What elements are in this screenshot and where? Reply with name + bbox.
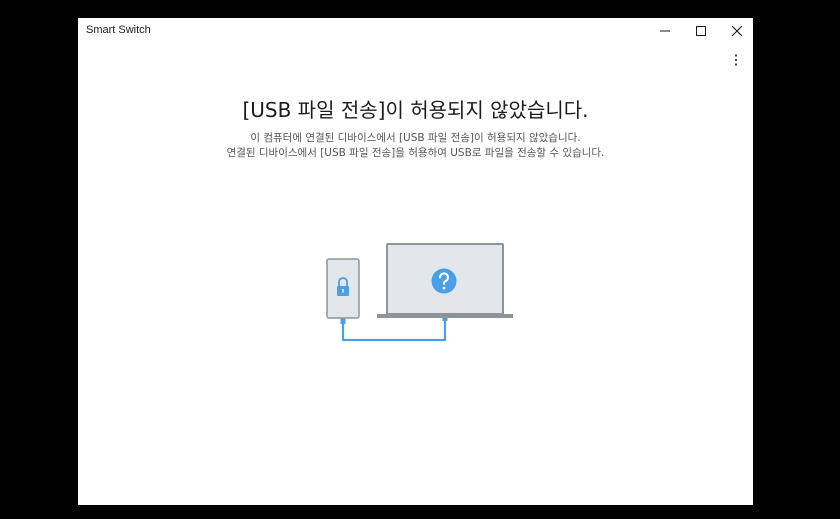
close-button[interactable] xyxy=(719,18,755,44)
app-title: Smart Switch xyxy=(86,24,151,36)
question-icon xyxy=(431,268,457,294)
usb-plug-phone xyxy=(340,318,346,324)
usb-cable-icon xyxy=(341,319,447,342)
description-line-2: 연결된 디바이스에서 [USB 파일 전송]을 허용하여 USB로 파일을 전송… xyxy=(226,147,605,159)
description-line-1: 이 컴퓨터에 연결된 디바이스에서 [USB 파일 전송]이 허용되지 않았습니… xyxy=(250,132,581,144)
minimize-icon xyxy=(660,30,670,32)
close-icon xyxy=(732,26,742,36)
more-vertical-icon xyxy=(734,54,738,66)
app-window: Smart Switch [USB 파일 전송]이 허용되지 않았습니다. 이 xyxy=(78,18,753,505)
description: 이 컴퓨터에 연결된 디바이스에서 [USB 파일 전송]이 허용되지 않았습니… xyxy=(78,131,753,161)
maximize-icon xyxy=(696,26,706,36)
usb-connection-illustration xyxy=(326,243,513,342)
more-options-button[interactable] xyxy=(726,50,746,70)
laptop-icon xyxy=(377,243,513,318)
phone-icon xyxy=(326,258,360,319)
maximize-button[interactable] xyxy=(683,18,719,44)
page-title: [USB 파일 전송]이 허용되지 않았습니다. xyxy=(242,98,589,122)
title-bar[interactable]: Smart Switch xyxy=(78,18,753,48)
minimize-button[interactable] xyxy=(647,18,683,44)
